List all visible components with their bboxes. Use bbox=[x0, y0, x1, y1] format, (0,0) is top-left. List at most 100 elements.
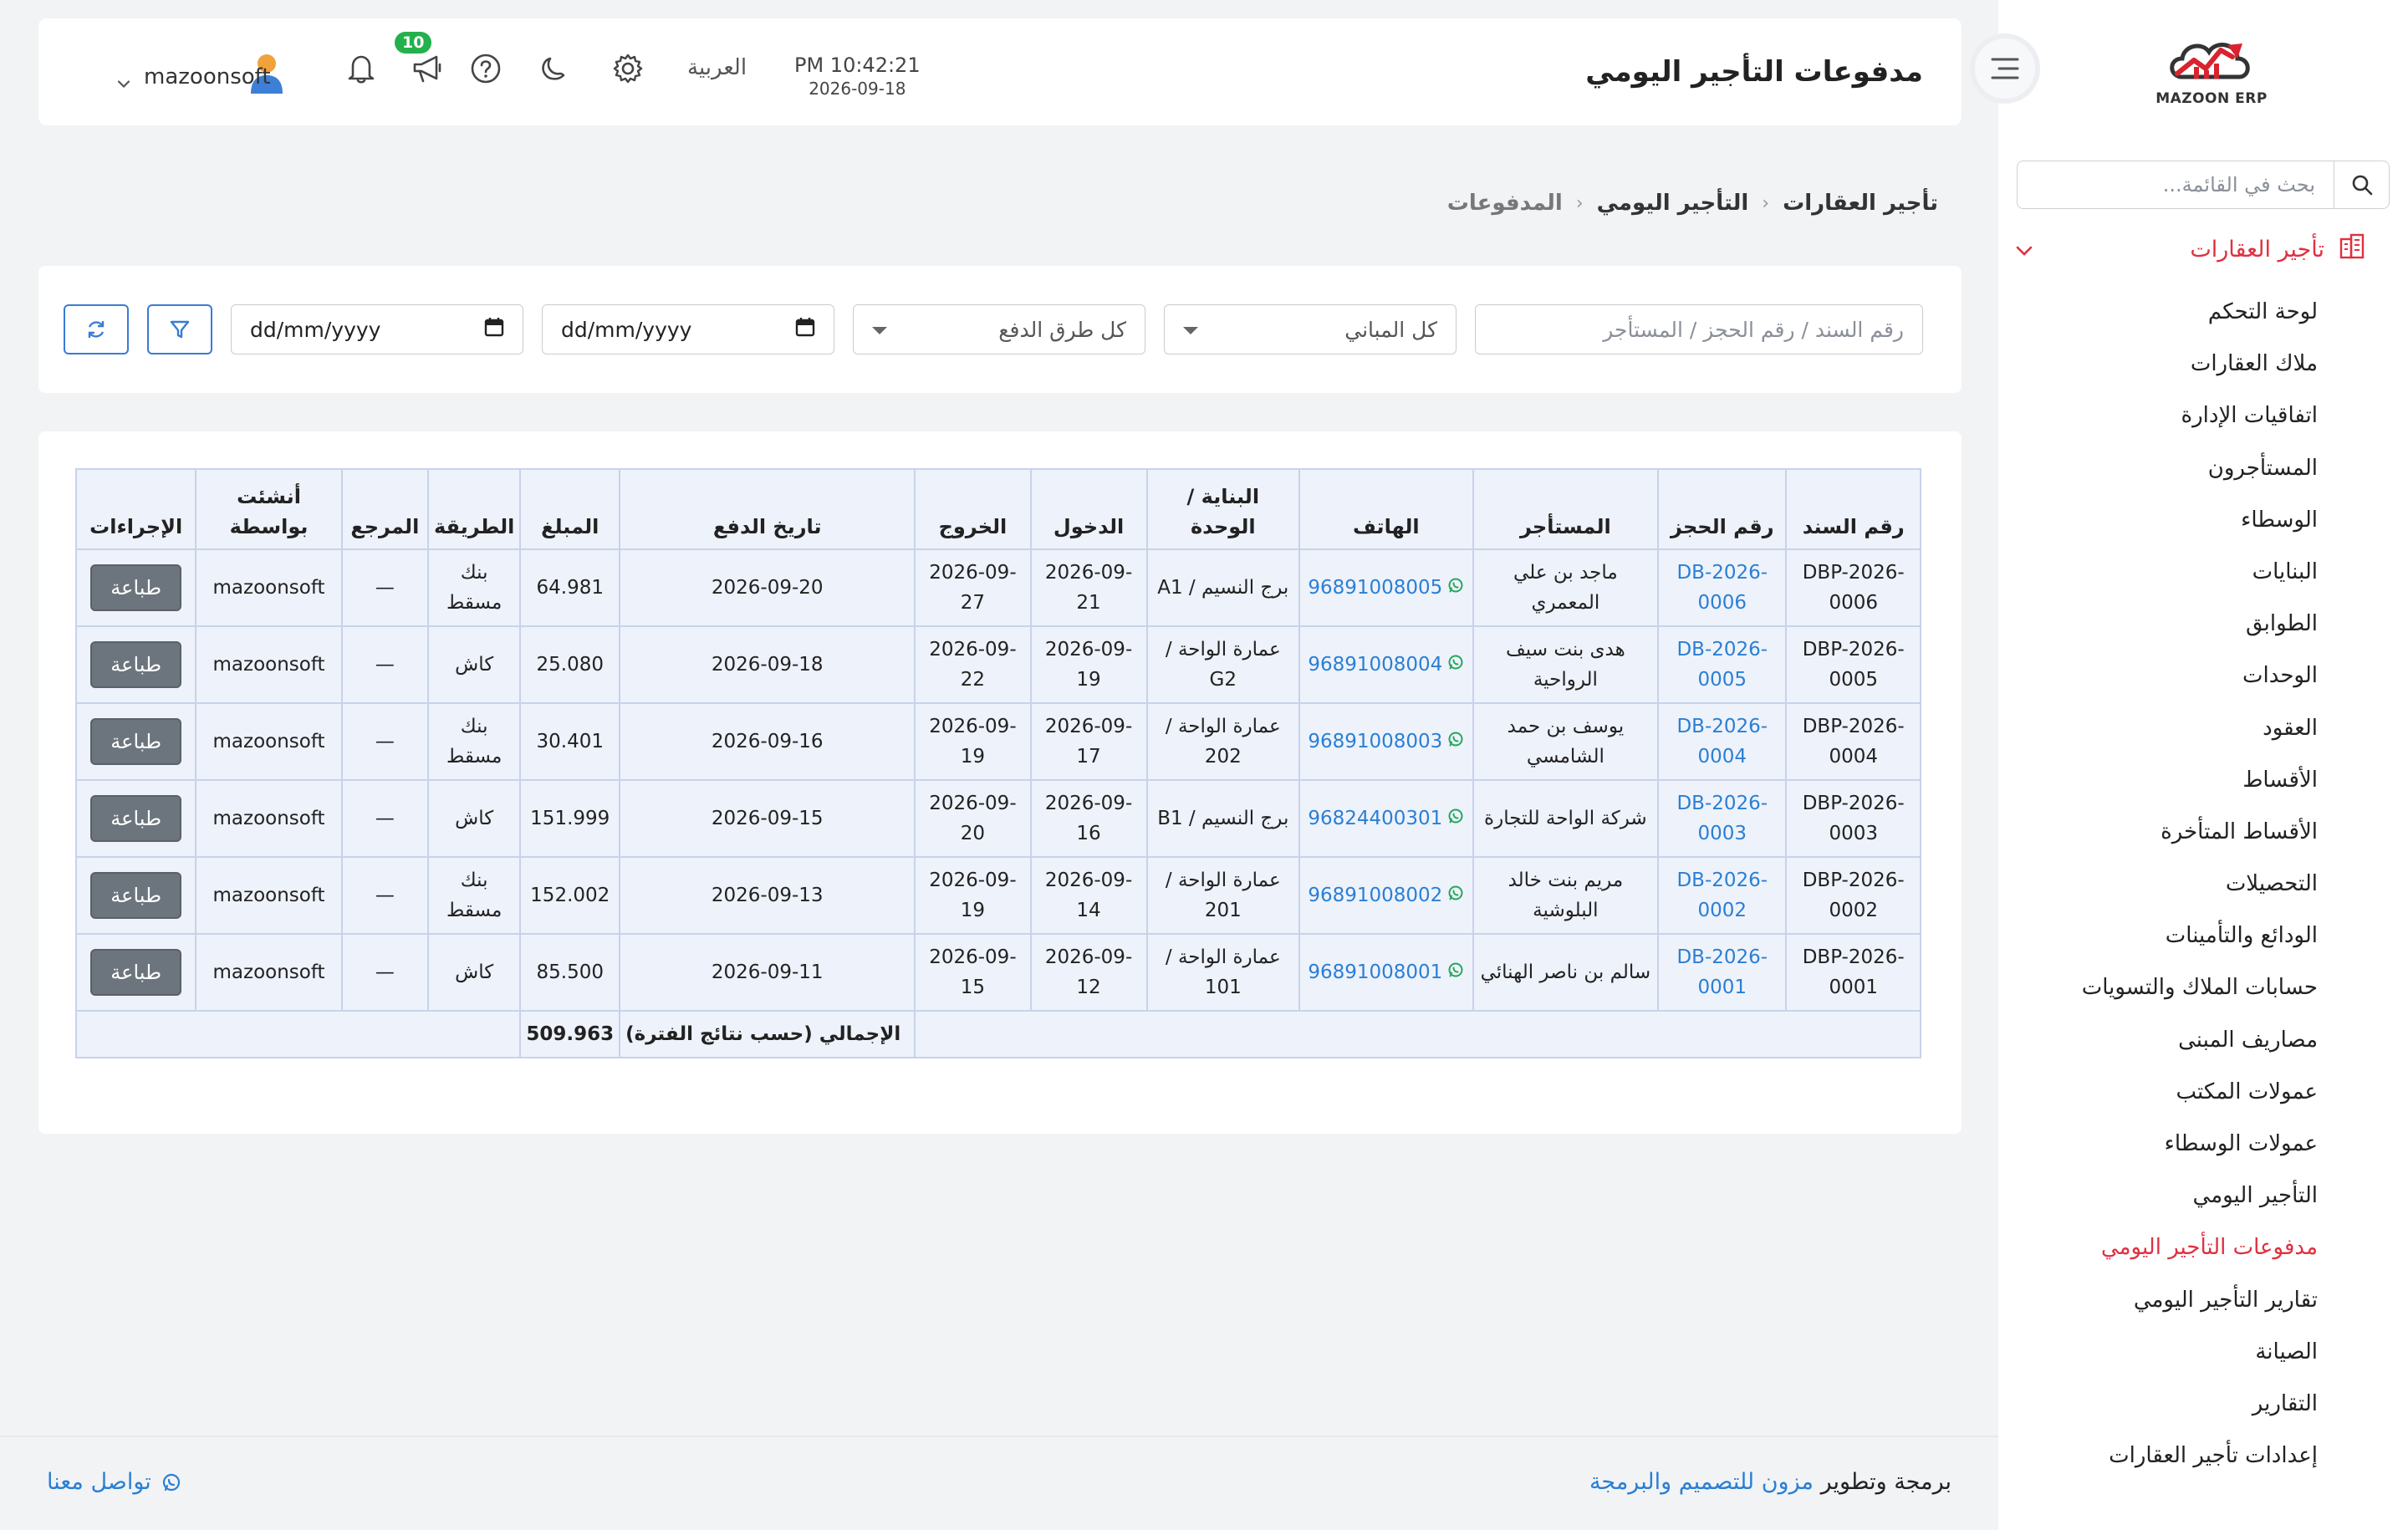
moon-icon[interactable] bbox=[538, 54, 569, 87]
phone-cell[interactable]: 96891008001 bbox=[1298, 933, 1474, 1012]
sidebar-item[interactable]: اتفاقيات الإدارة bbox=[2082, 398, 2318, 450]
clock-date: 2026-09-18 bbox=[809, 79, 906, 99]
phone-number[interactable]: 96891008005 bbox=[1308, 577, 1442, 599]
booking-number-cell-text[interactable]: DB-2026-0003 bbox=[1676, 793, 1768, 844]
footer-developer-link[interactable]: مزون للتصميم والبرمجة bbox=[1589, 1469, 1814, 1495]
sidebar-item[interactable]: تقارير التأجير اليومي bbox=[2082, 1283, 2318, 1334]
chevron-down-icon[interactable] bbox=[2015, 237, 2033, 263]
phone-link[interactable]: 96891008004 bbox=[1308, 654, 1464, 676]
booking-number-cell[interactable]: DB-2026-0006 bbox=[1657, 548, 1788, 627]
sidebar-item[interactable]: عمولات الوسطاء bbox=[2082, 1126, 2318, 1178]
phone-number[interactable]: 96891008003 bbox=[1308, 731, 1442, 752]
print-button[interactable]: طباعة bbox=[90, 641, 182, 688]
phone-cell[interactable]: 96891008002 bbox=[1298, 856, 1474, 935]
bell-icon[interactable] bbox=[346, 53, 376, 88]
date-to-input[interactable]: dd/mm/yyyy bbox=[542, 304, 834, 354]
sidebar-item[interactable]: الأقساط المتأخرة bbox=[2082, 814, 2318, 866]
booking-number-cell-text[interactable]: DB-2026-0004 bbox=[1676, 716, 1768, 768]
calendar-icon[interactable] bbox=[484, 317, 504, 342]
print-button[interactable]: طباعة bbox=[90, 564, 182, 611]
reference-cell: — bbox=[340, 548, 429, 627]
search-icon[interactable] bbox=[2334, 161, 2389, 208]
phone-number[interactable]: 96891008004 bbox=[1308, 654, 1442, 676]
phone-link[interactable]: 96891008001 bbox=[1308, 961, 1464, 983]
chevron-down-icon[interactable] bbox=[117, 76, 130, 92]
booking-number-cell-text[interactable]: DB-2026-0005 bbox=[1676, 639, 1768, 691]
sidebar-item[interactable]: الأقساط bbox=[2082, 762, 2318, 814]
user-name[interactable]: mazoonsoft bbox=[144, 64, 271, 89]
voucher-number-cell: DBP-2026-0001 bbox=[1785, 933, 1921, 1012]
footer: برمجة وتطوير مزون للتصميم والبرمجة تواصل… bbox=[0, 1436, 1998, 1530]
sidebar-item[interactable]: المستأجرون bbox=[2082, 451, 2318, 502]
sidebar-section-real-estate[interactable]: تأجير العقارات bbox=[2015, 230, 2366, 268]
phone-cell[interactable]: 96824400301 bbox=[1298, 779, 1474, 858]
sidebar-item[interactable]: التأجير اليومي bbox=[2082, 1178, 2318, 1230]
breadcrumb-item-real-estate[interactable]: تأجير العقارات bbox=[1783, 191, 1938, 216]
sidebar-item[interactable]: حسابات الملاك والتسويات bbox=[2082, 970, 2318, 1022]
payment-method-select[interactable]: كل طرق الدفع bbox=[853, 304, 1145, 354]
checkout-date-cell: 2026-09-19 bbox=[914, 856, 1032, 935]
page-title: مدفوعات التأجير اليومي bbox=[1585, 55, 1923, 89]
sidebar-item[interactable]: مصاريف المبنى bbox=[2082, 1023, 2318, 1074]
breadcrumb-item-daily-rental[interactable]: التأجير اليومي bbox=[1597, 191, 1749, 216]
phone-link[interactable]: 96891008005 bbox=[1308, 577, 1464, 599]
search-input[interactable]: رقم السند / رقم الحجز / المستأجر bbox=[1475, 304, 1923, 354]
reference-cell: — bbox=[340, 625, 429, 704]
sidebar-item[interactable]: ملاك العقارات bbox=[2082, 346, 2318, 398]
sidebar-item[interactable]: التحصيلات bbox=[2082, 866, 2318, 918]
voucher-number-cell: DBP-2026-0004 bbox=[1785, 702, 1921, 781]
payment-date-cell: 2026-09-13 bbox=[619, 856, 916, 935]
phone-link[interactable]: 96891008003 bbox=[1308, 731, 1464, 752]
help-icon[interactable] bbox=[470, 53, 502, 88]
sidebar-search-input[interactable]: بحث في القائمة... bbox=[2163, 173, 2334, 196]
table-body: DBP-2026-0006 DB-2026-0006 ماجد بن علي الم… bbox=[74, 548, 1921, 1012]
sidebar-item[interactable]: الوسطاء bbox=[2082, 502, 2318, 554]
refresh-button[interactable] bbox=[64, 304, 129, 354]
sidebar-item[interactable]: عمولات المكتب bbox=[2082, 1074, 2318, 1126]
sidebar-search[interactable]: بحث في القائمة... bbox=[2017, 161, 2390, 209]
phone-link[interactable]: 96891008002 bbox=[1308, 885, 1464, 906]
booking-number-cell[interactable]: DB-2026-0002 bbox=[1657, 856, 1788, 935]
settings-icon[interactable] bbox=[612, 53, 644, 88]
filter-icon bbox=[170, 320, 190, 339]
calendar-icon[interactable] bbox=[795, 317, 815, 342]
filter-button[interactable] bbox=[147, 304, 212, 354]
amount-cell: 151.999 bbox=[519, 779, 621, 858]
sidebar-item[interactable]: لوحة التحكم bbox=[2082, 294, 2318, 346]
sidebar-item[interactable]: إعدادات تأجير العقارات bbox=[2082, 1438, 2318, 1490]
print-button[interactable]: طباعة bbox=[90, 795, 182, 842]
megaphone-icon[interactable] bbox=[411, 54, 443, 87]
booking-number-cell[interactable]: DB-2026-0001 bbox=[1657, 933, 1788, 1012]
phone-number[interactable]: 96891008002 bbox=[1308, 885, 1442, 906]
booking-number-cell[interactable]: DB-2026-0005 bbox=[1657, 625, 1788, 704]
phone-cell[interactable]: 96891008003 bbox=[1298, 702, 1474, 781]
phone-cell[interactable]: 96891008004 bbox=[1298, 625, 1474, 704]
sidebar-item[interactable]: الطوابق bbox=[2082, 606, 2318, 658]
contact-link[interactable]: تواصل معنا bbox=[47, 1469, 181, 1495]
sidebar-item[interactable]: التقارير bbox=[2082, 1386, 2318, 1438]
phone-cell[interactable]: 96891008005 bbox=[1298, 548, 1474, 627]
booking-number-cell[interactable]: DB-2026-0004 bbox=[1657, 702, 1788, 781]
sidebar-item[interactable]: العقود bbox=[2082, 711, 2318, 762]
sidebar-item[interactable]: الصيانة bbox=[2082, 1334, 2318, 1386]
print-button[interactable]: طباعة bbox=[90, 949, 182, 996]
booking-number-cell[interactable]: DB-2026-0003 bbox=[1657, 779, 1788, 858]
print-button[interactable]: طباعة bbox=[90, 718, 182, 765]
language-switch[interactable]: العربية bbox=[687, 55, 747, 80]
print-button[interactable]: طباعة bbox=[90, 872, 182, 919]
building-select[interactable]: كل المباني bbox=[1164, 304, 1457, 354]
sidebar-item[interactable]: البنايات bbox=[2082, 554, 2318, 606]
phone-number[interactable]: 96824400301 bbox=[1308, 808, 1442, 829]
sidebar-item[interactable]: الوحدات bbox=[2082, 658, 2318, 710]
booking-number-cell-text[interactable]: DB-2026-0002 bbox=[1676, 870, 1768, 921]
date-from-input[interactable]: dd/mm/yyyy bbox=[231, 304, 523, 354]
booking-number-cell-text[interactable]: DB-2026-0006 bbox=[1676, 562, 1768, 614]
phone-link[interactable]: 96824400301 bbox=[1308, 808, 1464, 829]
sidebar-item[interactable]: مدفوعات التأجير اليومي bbox=[2082, 1230, 2318, 1282]
sidebar-toggle-button[interactable] bbox=[1970, 33, 2040, 104]
table-total-row: الإجمالي (حسب نتائج الفترة) 509.963 bbox=[74, 1010, 1921, 1058]
contact-label[interactable]: تواصل معنا bbox=[47, 1469, 151, 1495]
phone-number[interactable]: 96891008001 bbox=[1308, 961, 1442, 983]
sidebar-item[interactable]: الودائع والتأمينات bbox=[2082, 918, 2318, 970]
booking-number-cell-text[interactable]: DB-2026-0001 bbox=[1676, 946, 1768, 998]
